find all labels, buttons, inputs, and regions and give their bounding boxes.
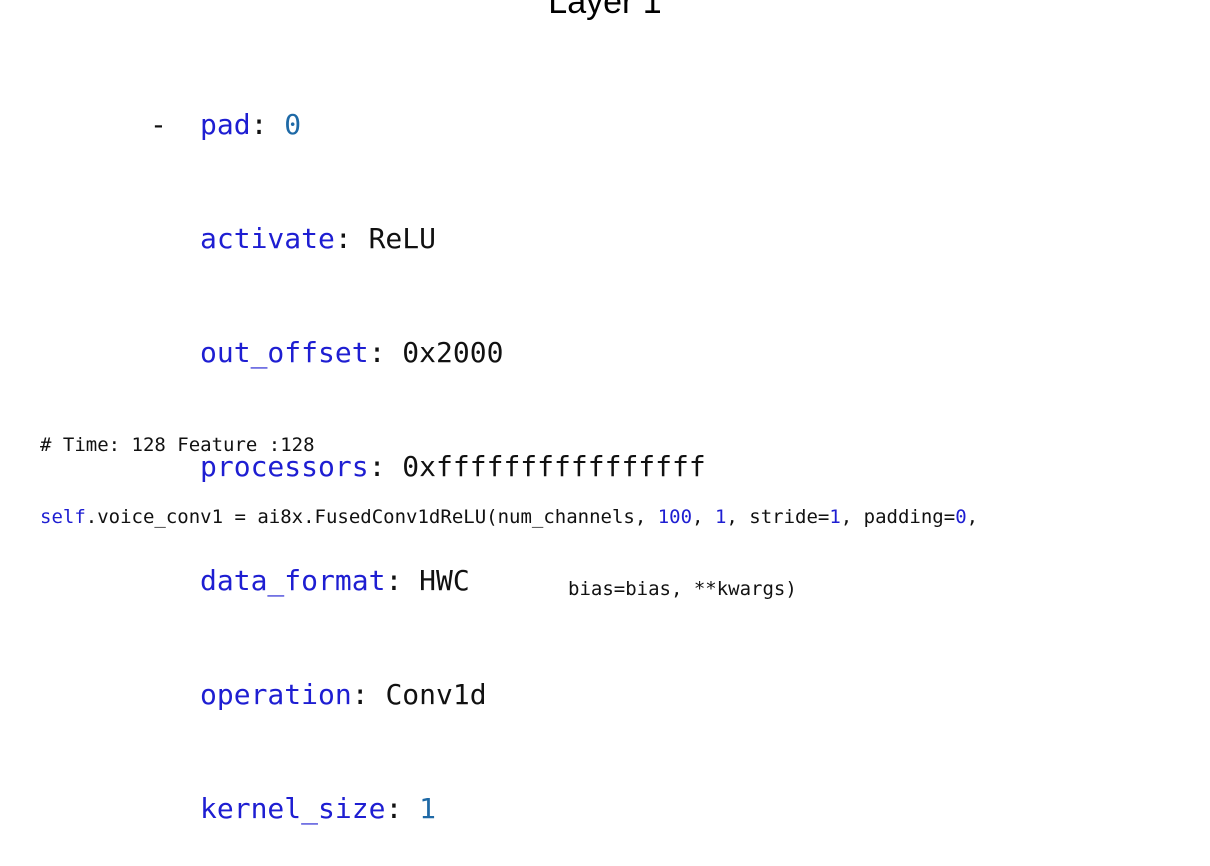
yaml-key: kernel_size	[200, 792, 386, 825]
yaml-key: pad	[200, 108, 251, 141]
code-self-keyword: self	[40, 506, 86, 528]
yaml-value: Conv1d	[385, 678, 487, 711]
yaml-value: 1	[419, 792, 437, 825]
yaml-line-out-offset: out_offset: 0x2000	[150, 334, 706, 372]
yaml-key: activate	[200, 222, 335, 255]
list-dash: -	[150, 108, 167, 141]
yaml-value: 0	[284, 108, 302, 141]
code-comment: # Time: 128 Feature :128	[40, 434, 315, 456]
yaml-line-pad: - pad: 0	[150, 106, 706, 144]
yaml-line-activate: activate: ReLU	[150, 220, 706, 258]
yaml-line-operation: operation: Conv1d	[150, 676, 706, 714]
python-code-block: # Time: 128 Feature :128 self.voice_conv…	[40, 385, 978, 625]
yaml-key: out_offset	[200, 336, 369, 369]
yaml-line-kernel-size: kernel_size: 1	[150, 790, 706, 828]
yaml-key: operation	[200, 678, 352, 711]
code-line-continuation: bias=bias, **kwargs)	[568, 578, 797, 600]
code-line-conv: self.voice_conv1 = ai8x.FusedConv1dReLU(…	[40, 506, 979, 528]
yaml-value: ReLU	[368, 222, 437, 255]
yaml-value: 0x2000	[402, 336, 504, 369]
slide-title: Layer 1	[548, 0, 662, 21]
